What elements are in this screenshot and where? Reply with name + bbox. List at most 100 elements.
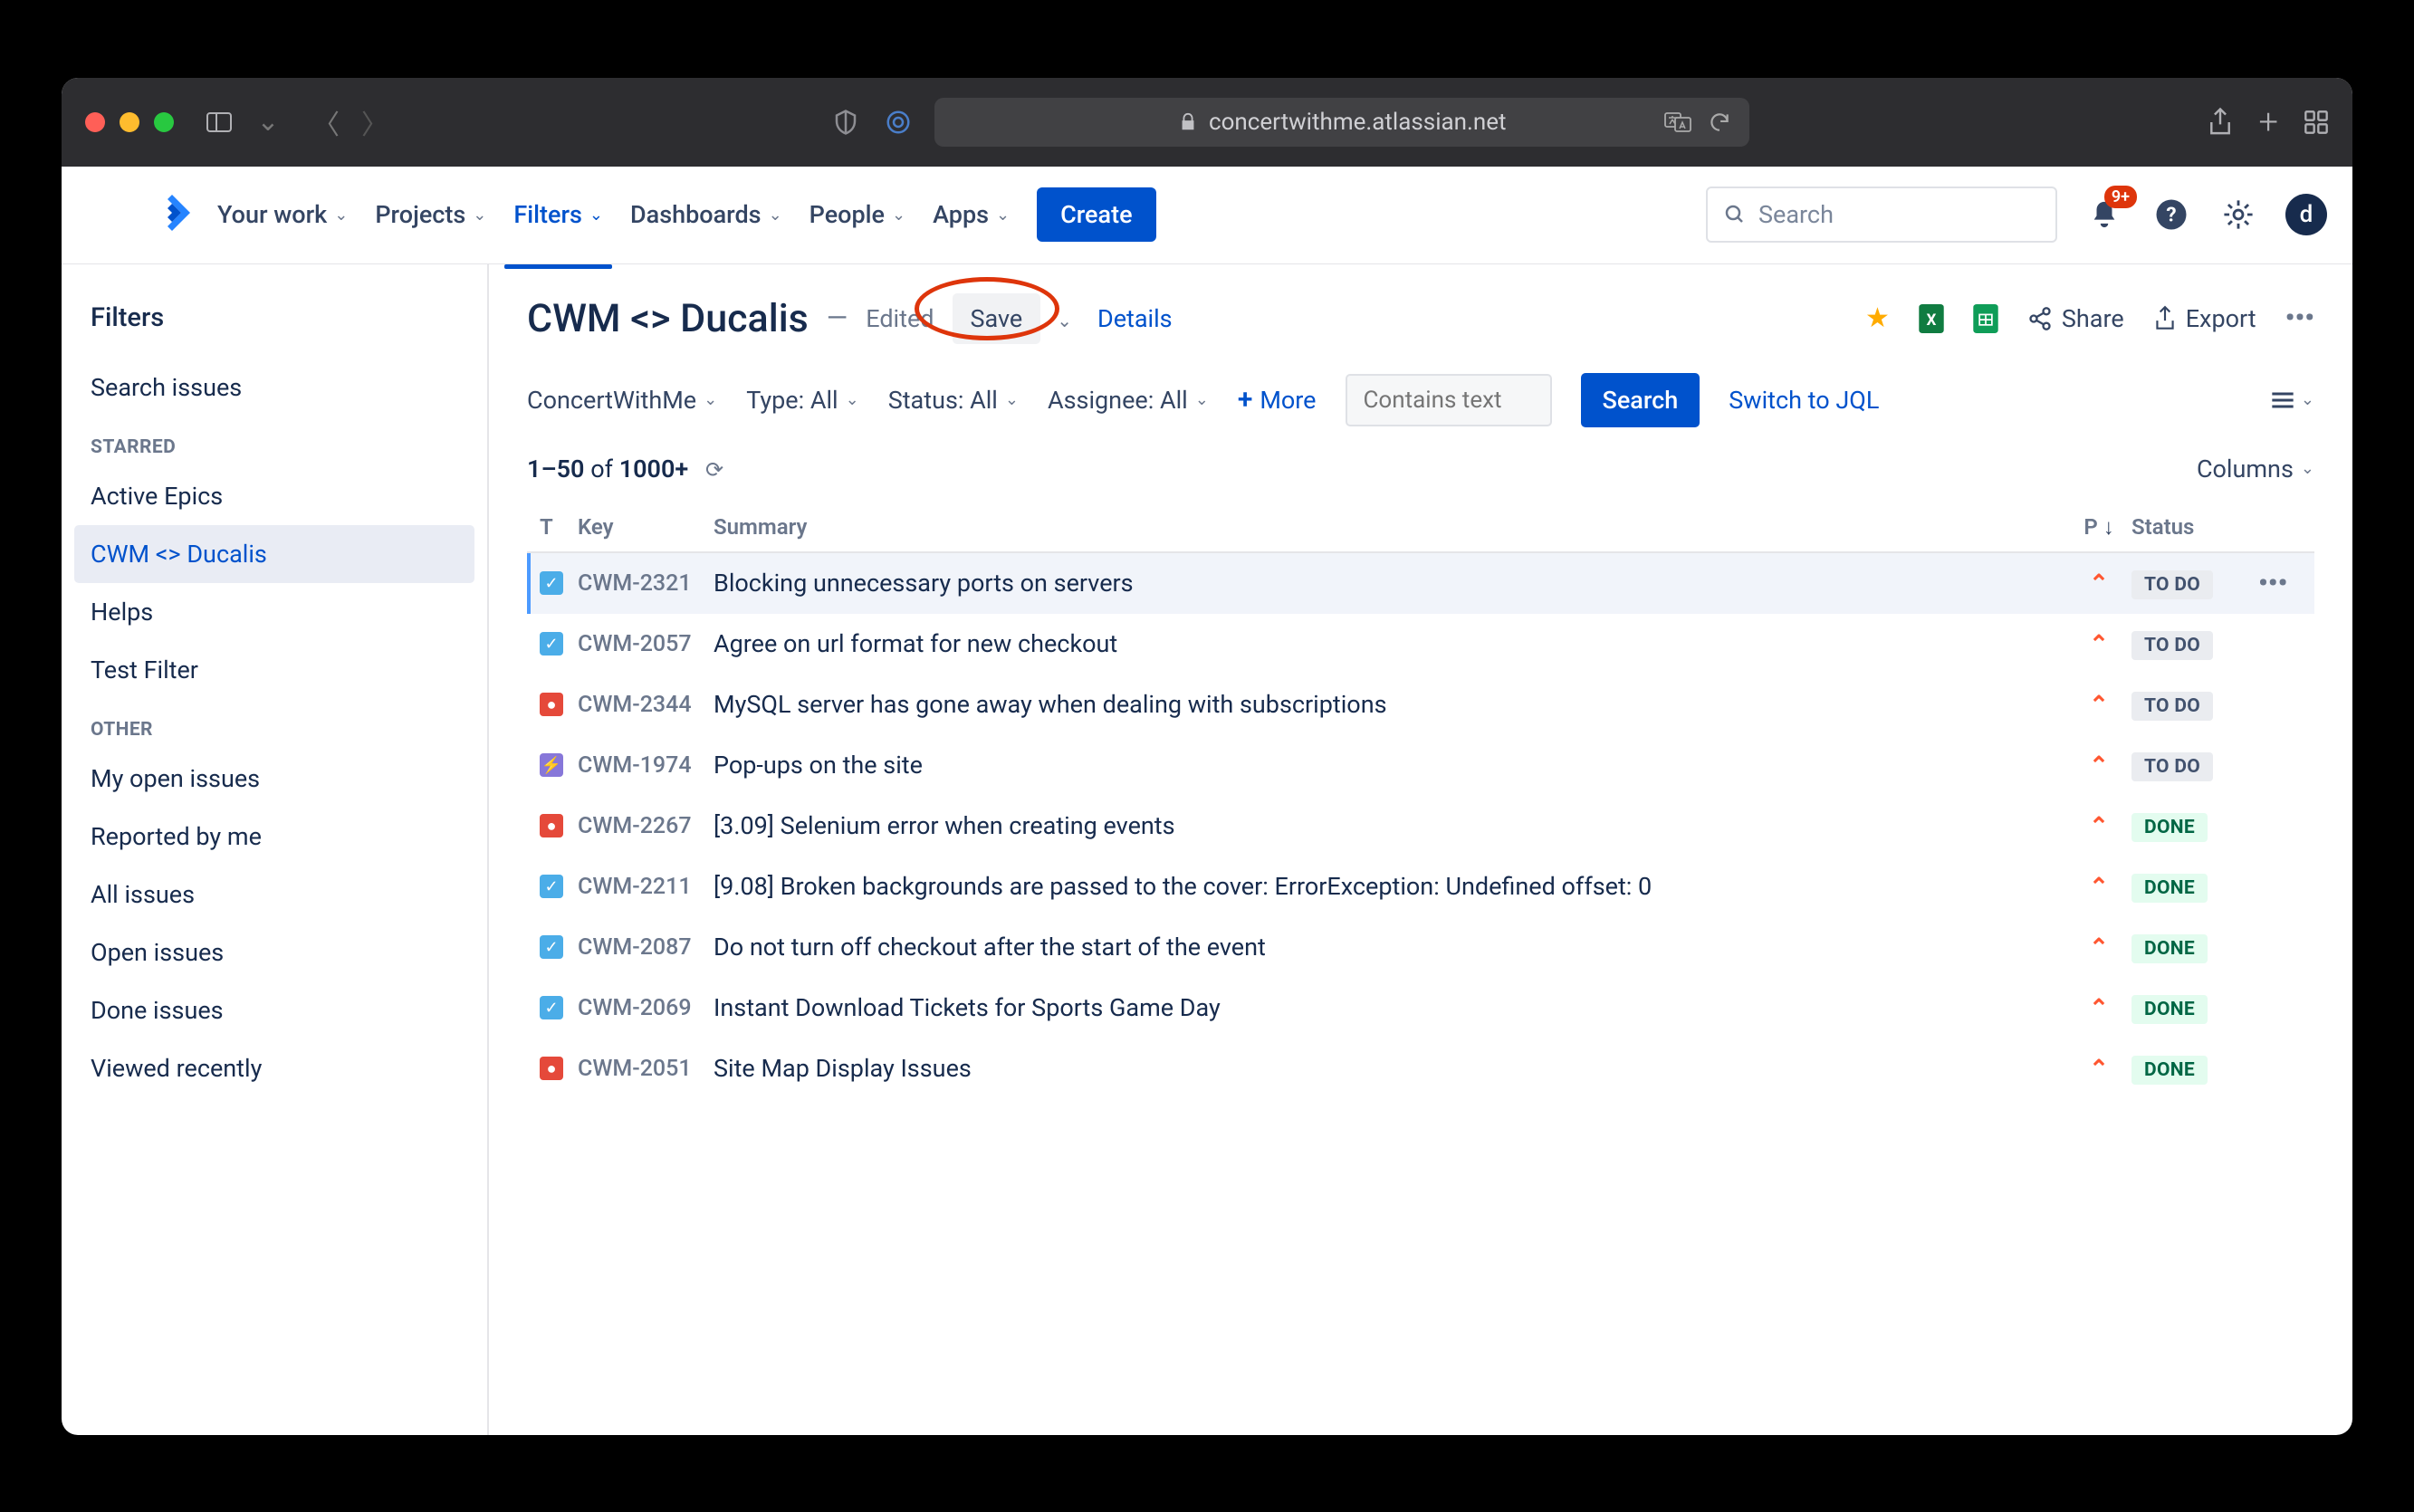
filter-more[interactable]: +More <box>1238 384 1317 416</box>
issue-key[interactable]: CWM-2087 <box>578 934 714 961</box>
status-badge[interactable]: TO DO <box>2131 692 2213 721</box>
close-window-icon[interactable] <box>85 112 105 132</box>
table-row[interactable]: ✓CWM-2211[9.08] Broken backgrounds are p… <box>527 856 2314 917</box>
table-row[interactable]: ●CWM-2267[3.09] Selenium error when crea… <box>527 796 2314 856</box>
maximize-window-icon[interactable] <box>154 112 174 132</box>
notifications-icon[interactable]: 9+ <box>2084 195 2124 234</box>
nav-projects[interactable]: Projects⌄ <box>375 193 486 236</box>
nav-dashboards[interactable]: Dashboards⌄ <box>630 193 782 236</box>
sidebar-other-item[interactable]: Viewed recently <box>74 1039 474 1097</box>
nav-apps[interactable]: Apps⌄ <box>933 193 1010 236</box>
table-row[interactable]: ✓CWM-2069Instant Download Tickets for Sp… <box>527 978 2314 1038</box>
col-key[interactable]: Key <box>578 514 714 541</box>
issue-summary[interactable]: [3.09] Selenium error when creating even… <box>714 811 2066 840</box>
sidebar-other-item[interactable]: My open issues <box>74 750 474 808</box>
share-button[interactable]: Share <box>2027 304 2124 333</box>
reload-icon[interactable] <box>1708 110 1731 134</box>
app-switcher-icon[interactable] <box>87 195 127 234</box>
tab-overview-icon[interactable] <box>2304 110 2329 135</box>
nav-people[interactable]: People⌄ <box>809 193 905 236</box>
status-badge[interactable]: TO DO <box>2131 631 2213 660</box>
details-link[interactable]: Details <box>1097 304 1173 333</box>
sidebar-starred-item[interactable]: Helps <box>74 583 474 641</box>
sidebar-other-item[interactable]: All issues <box>74 866 474 923</box>
nav-your-work[interactable]: Your work⌄ <box>217 193 348 236</box>
issue-key[interactable]: CWM-2211 <box>578 874 714 900</box>
issue-summary[interactable]: Do not turn off checkout after the start… <box>714 933 2066 962</box>
sidebar-starred-item[interactable]: Active Epics <box>74 467 474 525</box>
col-summary[interactable]: Summary <box>714 514 2066 541</box>
issue-summary[interactable]: Site Map Display Issues <box>714 1054 2066 1083</box>
nav-filters[interactable]: Filters⌄ <box>513 193 603 236</box>
excel-icon[interactable]: X <box>1919 304 1944 333</box>
translate-icon[interactable] <box>1664 110 1691 134</box>
sidebar-other-item[interactable]: Done issues <box>74 981 474 1039</box>
status-badge[interactable]: DONE <box>2131 874 2208 903</box>
table-row[interactable]: ✓CWM-2321Blocking unnecessary ports on s… <box>527 553 2314 614</box>
tab-chevron-down-icon[interactable]: ⌄ <box>252 106 284 139</box>
table-row[interactable]: ⚡CWM-1974Pop-ups on the site⌃TO DO <box>527 735 2314 796</box>
switch-to-jql-link[interactable]: Switch to JQL <box>1729 386 1879 415</box>
settings-icon[interactable] <box>2218 195 2258 234</box>
create-button[interactable]: Create <box>1037 187 1155 242</box>
export-button[interactable]: Export <box>2153 304 2256 333</box>
new-tab-icon[interactable]: + <box>2259 102 2278 142</box>
sidebar-starred-item[interactable]: Test Filter <box>74 641 474 699</box>
status-badge[interactable]: TO DO <box>2131 570 2213 599</box>
col-status[interactable]: Status <box>2131 514 2258 541</box>
issue-key[interactable]: CWM-2057 <box>578 631 714 657</box>
issue-key[interactable]: CWM-2321 <box>578 570 714 597</box>
save-button[interactable]: Save <box>953 293 1041 344</box>
avatar[interactable]: d <box>2285 194 2327 235</box>
save-chevron-icon[interactable]: ⌄ <box>1057 310 1072 331</box>
table-row[interactable]: ✓CWM-2087Do not turn off checkout after … <box>527 917 2314 978</box>
issue-summary[interactable]: [9.08] Broken backgrounds are passed to … <box>714 872 2066 901</box>
issue-key[interactable]: CWM-2344 <box>578 692 714 718</box>
filter-assignee[interactable]: Assignee: All⌄ <box>1048 386 1209 415</box>
more-actions-icon[interactable]: ••• <box>2285 302 2314 334</box>
password-icon[interactable] <box>882 106 915 139</box>
issue-key[interactable]: CWM-2267 <box>578 813 714 839</box>
help-icon[interactable]: ? <box>2151 195 2191 234</box>
search-button[interactable]: Search <box>1581 373 1700 427</box>
table-row[interactable]: ●CWM-2051Site Map Display Issues⌃DONE <box>527 1038 2314 1099</box>
filter-project[interactable]: ConcertWithMe⌄ <box>527 386 717 415</box>
search-input[interactable]: Search <box>1706 187 2057 243</box>
table-row[interactable]: ✓CWM-2057Agree on url format for new che… <box>527 614 2314 675</box>
status-badge[interactable]: TO DO <box>2131 752 2213 781</box>
refresh-icon[interactable]: ⟳ <box>705 457 723 483</box>
status-badge[interactable]: DONE <box>2131 813 2208 842</box>
row-more-icon[interactable]: ••• <box>2258 568 2287 599</box>
sidebar-other-item[interactable]: Reported by me <box>74 808 474 866</box>
col-priority[interactable]: P ↓ <box>2066 514 2131 541</box>
issue-key[interactable]: CWM-2051 <box>578 1056 714 1082</box>
sidebar-starred-item[interactable]: CWM <> Ducalis <box>74 525 474 583</box>
status-badge[interactable]: DONE <box>2131 995 2208 1024</box>
jira-logo-icon[interactable] <box>154 195 190 234</box>
sheets-icon[interactable] <box>1973 304 1998 333</box>
status-badge[interactable]: DONE <box>2131 1056 2208 1085</box>
sidebar-toggle-icon[interactable] <box>203 106 235 139</box>
sidebar-other-item[interactable]: Open issues <box>74 923 474 981</box>
issue-summary[interactable]: Agree on url format for new checkout <box>714 629 2066 658</box>
star-icon[interactable]: ★ <box>1865 302 1890 334</box>
shield-icon[interactable] <box>829 106 862 139</box>
share-browser-icon[interactable] <box>2207 107 2234 138</box>
back-icon[interactable]: 〈 <box>310 106 342 139</box>
contains-text-input[interactable] <box>1346 374 1552 426</box>
minimize-window-icon[interactable] <box>120 112 139 132</box>
issue-key[interactable]: CWM-1974 <box>578 752 714 779</box>
issue-summary[interactable]: MySQL server has gone away when dealing … <box>714 690 2066 719</box>
table-row[interactable]: ●CWM-2344MySQL server has gone away when… <box>527 675 2314 735</box>
issue-summary[interactable]: Instant Download Tickets for Sports Game… <box>714 993 2066 1022</box>
columns-button[interactable]: Columns⌄ <box>2197 455 2314 483</box>
issue-summary[interactable]: Blocking unnecessary ports on servers <box>714 569 2066 598</box>
url-bar[interactable]: concertwithme.atlassian.net <box>934 98 1749 147</box>
issue-key[interactable]: CWM-2069 <box>578 995 714 1021</box>
issue-summary[interactable]: Pop-ups on the site <box>714 751 2066 780</box>
filter-type[interactable]: Type: All⌄ <box>746 386 859 415</box>
filter-status[interactable]: Status: All⌄ <box>888 386 1019 415</box>
col-type[interactable]: T <box>540 514 578 541</box>
forward-icon[interactable]: 〉 <box>359 106 391 139</box>
status-badge[interactable]: DONE <box>2131 934 2208 963</box>
